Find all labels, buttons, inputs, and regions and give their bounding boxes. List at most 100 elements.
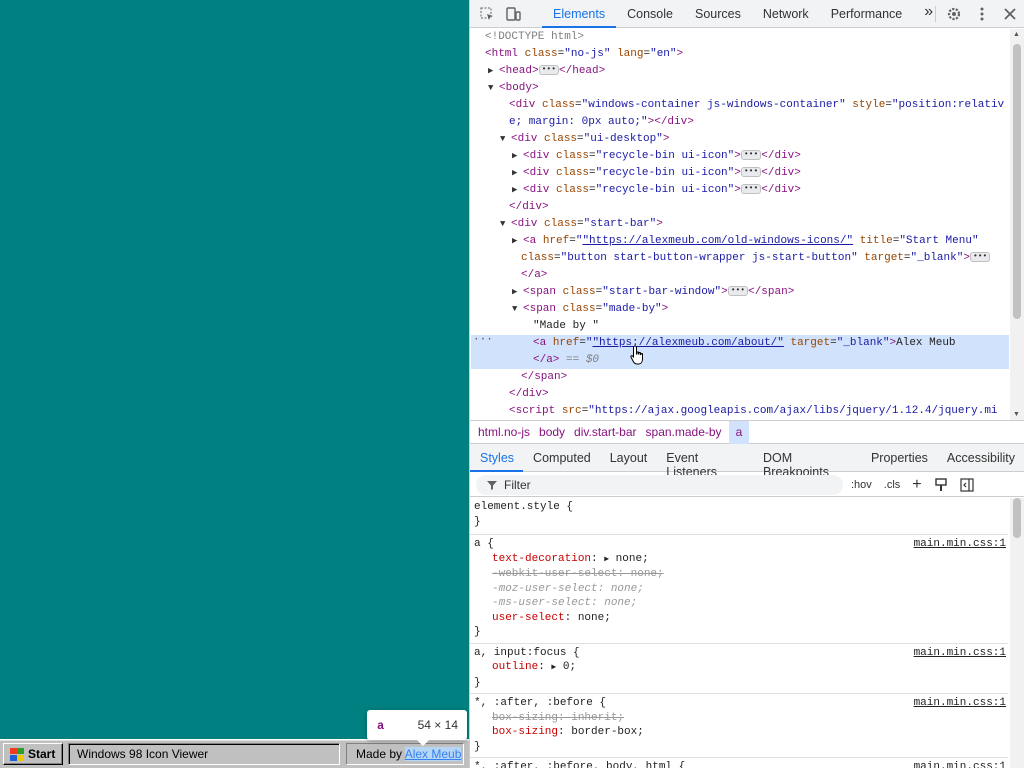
collapse-arrow-icon[interactable]: ▼	[512, 301, 523, 318]
dom-line-made-by[interactable]: ▼ <span class="made-by">	[471, 301, 1009, 318]
ellipsis-icon[interactable]: •••	[538, 65, 560, 76]
settings-gear-icon[interactable]	[940, 0, 968, 28]
filter-input[interactable]: Filter	[476, 474, 843, 495]
tab-elements[interactable]: Elements	[542, 0, 617, 28]
collapse-arrow-icon[interactable]: ▼	[500, 216, 511, 233]
dom-line-span-close[interactable]: </span>	[471, 369, 1009, 386]
tray-link[interactable]: Alex Meub	[404, 747, 462, 761]
declaration-moz-user-select[interactable]: -moz-user-select: none;	[474, 582, 1008, 597]
ellipsis-icon[interactable]: •••	[740, 150, 762, 161]
declaration-outline[interactable]: outline: ▶ 0;	[474, 660, 1008, 676]
tab-sources[interactable]: Sources	[684, 0, 752, 28]
styles-scroll-thumb[interactable]	[1013, 498, 1021, 538]
expand-arrow-icon[interactable]: ▶	[512, 233, 523, 250]
rule-universal-body-html[interactable]: *, :after, :before, body, html { main.mi…	[470, 758, 1008, 768]
rule-source-link[interactable]: main.min.css:1	[914, 537, 1006, 552]
filter-icon	[487, 480, 497, 490]
dom-line-script[interactable]: <script src="https://ajax.googleapis.com…	[471, 403, 1009, 420]
dom-line-start-bar-window[interactable]: ▶ <span class="start-bar-window"> ••• </spa…	[471, 284, 1009, 301]
tab-performance[interactable]: Performance	[820, 0, 914, 28]
declaration-box-sizing-overridden[interactable]: box-sizing: inherit;	[474, 711, 1008, 726]
expand-arrow-icon[interactable]: ▶	[512, 148, 523, 165]
ellipsis-icon[interactable]: •••	[740, 167, 762, 178]
tab-properties[interactable]: Properties	[861, 444, 937, 472]
rule-selector[interactable]: element.style {	[474, 500, 1008, 515]
styles-scrollbar[interactable]	[1010, 498, 1024, 768]
expand-arrow-icon[interactable]: ▶	[551, 663, 556, 672]
declaration-webkit-user-select[interactable]: -webkit-user-select: none;	[474, 567, 1008, 582]
expand-arrow-icon[interactable]: ▶	[488, 63, 499, 80]
dom-line-ui-desktop[interactable]: ▼ <div class="ui-desktop">	[471, 131, 1009, 148]
dom-line-start-link-cont[interactable]: class="button start-button-wrapper js-st…	[471, 250, 1009, 267]
dom-line-made-by-text[interactable]: "Made by "	[471, 318, 1009, 335]
kebab-menu-icon[interactable]	[968, 0, 996, 28]
crumb-a[interactable]: a	[728, 420, 750, 444]
dom-line-recycle-3[interactable]: ▶ <div class="recycle-bin ui-icon"> ••• </d…	[471, 182, 1009, 199]
dom-line-html[interactable]: <html class="no-js" lang="en">	[471, 46, 1009, 63]
tab-event-listeners[interactable]: Event Listeners	[656, 444, 753, 479]
close-devtools-icon[interactable]	[996, 0, 1024, 28]
dom-line-start-link[interactable]: ▶ <a href=""https://alexmeub.com/old-wind…	[471, 233, 1009, 250]
start-link-href[interactable]: "https://alexmeub.com/old-windows-icons/…	[582, 235, 853, 247]
dom-line-recycle-2[interactable]: ▶ <div class="recycle-bin ui-icon"> ••• </d…	[471, 165, 1009, 182]
taskbar-window-button[interactable]: Windows 98 Icon Viewer	[68, 743, 340, 765]
rule-source-link[interactable]: main.min.css:1	[914, 696, 1006, 711]
ellipsis-icon[interactable]: •••	[969, 252, 991, 263]
dom-line-selected-anchor-close[interactable]: </a> == $0	[471, 352, 1009, 369]
rule-element-style[interactable]: element.style { }	[470, 498, 1008, 535]
declaration-user-select[interactable]: user-select: none;	[474, 611, 1008, 626]
crumb-html[interactable]: html.no-js	[476, 421, 537, 444]
rule-a-input-focus[interactable]: a, input:focus { main.min.css:1 outline:…	[470, 644, 1008, 694]
ellipsis-icon[interactable]: •••	[740, 184, 762, 195]
sidebar-toggle-icon[interactable]	[960, 477, 974, 492]
declaration-ms-user-select[interactable]: -ms-user-select: none;	[474, 596, 1008, 611]
anchor-href[interactable]: "https://alexmeub.com/about/"	[592, 337, 783, 349]
dom-line-div-close[interactable]: </div>	[471, 199, 1009, 216]
inspect-element-icon[interactable]	[474, 0, 500, 27]
dom-scrollbar[interactable]: ▲ ▼	[1010, 29, 1024, 420]
tab-layout[interactable]: Layout	[600, 444, 657, 472]
expand-arrow-icon[interactable]: ▶	[512, 182, 523, 199]
scroll-up-icon[interactable]: ▲	[1013, 31, 1020, 38]
crumb-start-bar[interactable]: div.start-bar	[572, 421, 643, 444]
device-toolbar-icon[interactable]	[500, 0, 526, 27]
crumb-body[interactable]: body	[537, 421, 572, 444]
rule-universal[interactable]: *, :after, :before { main.min.css:1 box-…	[470, 694, 1008, 758]
tab-console[interactable]: Console	[616, 0, 684, 28]
declaration-box-sizing[interactable]: box-sizing: border-box;	[474, 725, 1008, 740]
scroll-down-icon[interactable]: ▼	[1013, 411, 1020, 418]
dom-line-recycle-1[interactable]: ▶ <div class="recycle-bin ui-icon"> ••• </d…	[471, 148, 1009, 165]
expand-arrow-icon[interactable]: ▶	[604, 555, 609, 564]
hov-toggle[interactable]: :hov	[851, 479, 872, 491]
dom-line-windows-container-cont[interactable]: e; margin: 0px auto;"></div>	[471, 114, 1009, 131]
start-button[interactable]: Start	[3, 743, 63, 765]
tab-accessibility[interactable]: Accessibility	[937, 444, 1024, 472]
rule-source-link[interactable]: main.min.css:1	[914, 760, 1006, 768]
new-rule-icon[interactable]: +	[912, 476, 921, 494]
dom-line-selected-anchor[interactable]: ··· <a href=""https://alexmeub.com/about/…	[471, 332, 1009, 352]
node-actions-icon[interactable]: ···	[473, 332, 493, 349]
collapse-arrow-icon[interactable]: ▼	[488, 80, 499, 97]
dom-line-start-bar-close[interactable]: </div>	[471, 386, 1009, 403]
dom-line-windows-container[interactable]: <div class="windows-container js-windows…	[471, 97, 1009, 114]
dom-scroll-thumb[interactable]	[1013, 44, 1021, 319]
rule-a[interactable]: a { main.min.css:1 text-decoration: ▶ no…	[470, 535, 1008, 644]
crumb-made-by[interactable]: span.made-by	[644, 421, 729, 444]
expand-arrow-icon[interactable]: ▶	[512, 284, 523, 301]
dom-line-start-bar[interactable]: ▼ <div class="start-bar">	[471, 216, 1009, 233]
declaration-text-decoration[interactable]: text-decoration: ▶ none;	[474, 552, 1008, 568]
ellipsis-icon[interactable]: •••	[727, 286, 749, 297]
cls-toggle[interactable]: .cls	[884, 479, 901, 491]
tab-computed[interactable]: Computed	[523, 444, 600, 472]
dom-line-head[interactable]: ▶ <head> ••• </head>	[471, 63, 1009, 80]
expand-arrow-icon[interactable]: ▶	[512, 165, 523, 182]
dom-line-doctype[interactable]: <!DOCTYPE html>	[471, 29, 1009, 46]
dom-line-a-close[interactable]: </a>	[471, 267, 1009, 284]
dom-line-body[interactable]: ▼ <body>	[471, 80, 1009, 97]
tab-dom-breakpoints[interactable]: DOM Breakpoints	[753, 444, 861, 479]
paint-brush-icon[interactable]	[934, 477, 948, 492]
tab-styles[interactable]: Styles	[470, 444, 524, 472]
tab-network[interactable]: Network	[752, 0, 820, 28]
collapse-arrow-icon[interactable]: ▼	[500, 131, 511, 148]
rule-source-link[interactable]: main.min.css:1	[914, 646, 1006, 661]
